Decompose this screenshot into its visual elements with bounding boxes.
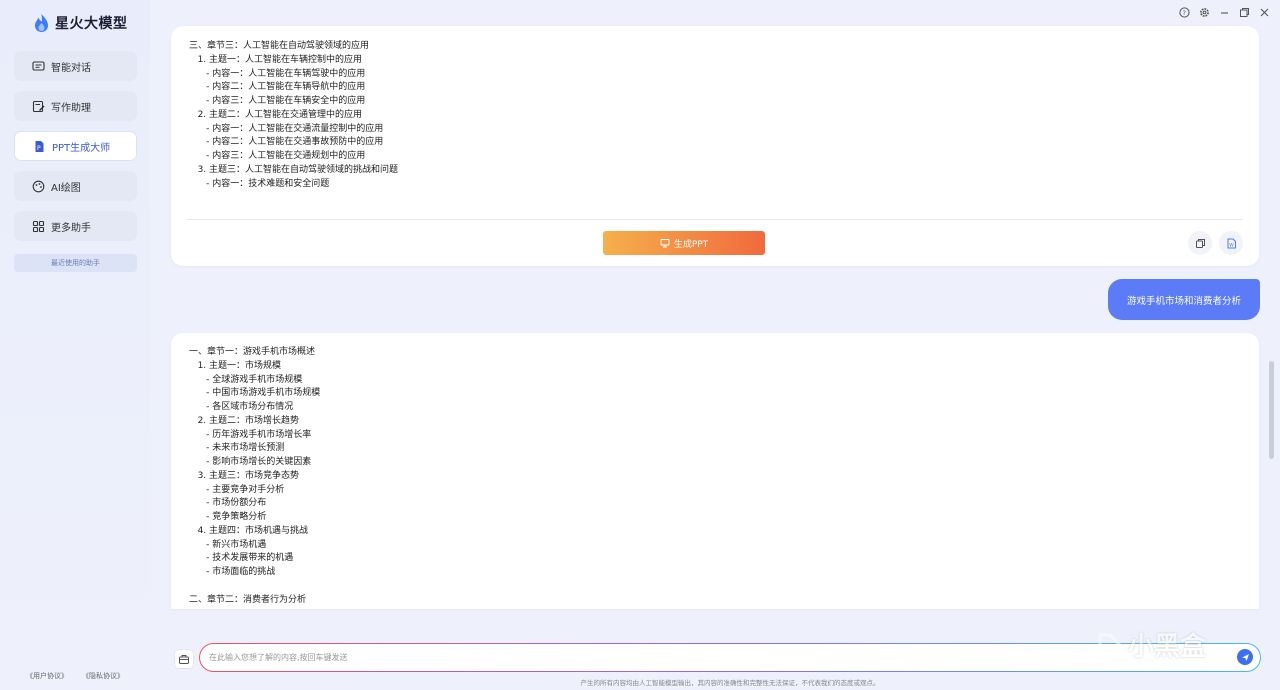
outline-line: - 技术发展带来的机遇 bbox=[189, 553, 294, 564]
watermark-logo-icon bbox=[1098, 633, 1123, 656]
user-agreement-link[interactable]: 《用户协议》 bbox=[26, 671, 68, 683]
svg-text:P: P bbox=[37, 145, 41, 152]
outline-line: - 中国市场游戏手机市场规模 bbox=[189, 388, 321, 399]
outline-line: 1. 主题一：市场规模 bbox=[189, 360, 282, 371]
sidebar-item-more[interactable]: 更多助手 bbox=[14, 211, 137, 241]
outline-line: - 影响市场增长的关键因素 bbox=[189, 457, 312, 467]
word-doc-icon: W bbox=[1227, 238, 1236, 248]
watermark: 小黑盒 bbox=[1096, 626, 1206, 663]
sidebar-item-ppt[interactable]: P PPT生成大师 bbox=[14, 131, 137, 161]
outline-line: - 市场面临的挑战 bbox=[189, 567, 276, 577]
ppt-icon: P bbox=[35, 140, 44, 152]
outline-line: - 内容一：技术难题和安全问题 bbox=[189, 178, 330, 189]
outline-line: - 全球游戏手机市场规模 bbox=[189, 374, 303, 385]
edit-icon bbox=[32, 100, 45, 112]
recent-assistants-button[interactable]: 最近使用的助手 bbox=[14, 254, 137, 272]
sidebar-item-label: 智能对话 bbox=[51, 62, 91, 74]
chat-icon bbox=[32, 60, 45, 71]
outline-line: - 内容三：人工智能在车辆安全中的应用 bbox=[189, 96, 366, 106]
sidebar-item-writing[interactable]: 写作助理 bbox=[14, 91, 137, 121]
outline-line: 3. 主题三：人工智能在自动驾驶领域的挑战和问题 bbox=[189, 164, 399, 175]
sidebar-item-label: 更多助手 bbox=[51, 222, 91, 234]
sidebar-item-label: AI绘图 bbox=[51, 182, 81, 194]
chat-input[interactable] bbox=[209, 653, 1209, 662]
outline-line bbox=[189, 580, 320, 594]
outline-line: 3. 主题三：市场竞争态势 bbox=[189, 470, 300, 481]
outline-line: 2. 主题二：人工智能在交通管理中的应用 bbox=[189, 109, 363, 120]
watermark-text: 小黑盒 bbox=[1128, 632, 1207, 662]
outline-line: - 内容二：人工智能在车辆导航中的应用 bbox=[189, 82, 366, 93]
help-icon[interactable]: ? bbox=[1178, 6, 1190, 18]
outline-line: 2. 主题二：市场增长趋势 bbox=[189, 415, 300, 426]
copy-icon bbox=[1195, 238, 1205, 248]
svg-text:W: W bbox=[1229, 242, 1234, 248]
app-title: 星火大模型 bbox=[55, 16, 128, 32]
outline-line: 4. 主题四：市场机遇与挑战 bbox=[189, 525, 309, 536]
outline-line: 二、章节二：消费者行为分析 bbox=[189, 594, 307, 605]
sidebar-item-chat[interactable]: 智能对话 bbox=[14, 51, 137, 81]
sidebar: 星火大模型 智能对话 写作助理 P PPT生成大师 AI绘图 更多助手 最近使用… bbox=[0, 0, 150, 690]
ppt-outline-current: 一、章节一：游戏手机市场概述 1. 主题一：市场规模 - 全球游戏手机市场规模 … bbox=[189, 346, 320, 607]
send-icon bbox=[1241, 653, 1249, 661]
divider bbox=[187, 219, 1243, 220]
toolbox-button[interactable] bbox=[174, 649, 194, 669]
settings-gear-icon[interactable] bbox=[1198, 6, 1210, 18]
disclaimer: 产生的所有内容均由人工智能模型输出，其内容的准确性和完整性无法保证，不代表我们的… bbox=[580, 679, 880, 687]
copy-button[interactable] bbox=[1188, 231, 1212, 255]
generate-ppt-button[interactable]: 生成PPT bbox=[603, 231, 765, 255]
send-button[interactable] bbox=[1237, 649, 1253, 665]
outline-line: - 竞争策略分析 bbox=[189, 512, 267, 522]
generate-ppt-label: 生成PPT bbox=[673, 239, 709, 250]
sidebar-item-label: 写作助理 bbox=[51, 102, 91, 114]
outline-line: 1. 主题一：人工智能在车辆控制中的应用 bbox=[189, 54, 363, 65]
presentation-icon bbox=[660, 239, 670, 248]
outline-line: - 内容二：人工智能在交通事故预防中的应用 bbox=[189, 137, 384, 148]
sidebar-item-ai-drawing[interactable]: AI绘图 bbox=[14, 171, 137, 201]
ai-response-card-current: 一、章节一：游戏手机市场概述 1. 主题一：市场规模 - 全球游戏手机市场规模 … bbox=[171, 333, 1259, 609]
grid-icon bbox=[32, 220, 45, 232]
privacy-policy-link[interactable]: 《隐私协议》 bbox=[82, 671, 124, 683]
outline-line: - 市场份额分布 bbox=[189, 498, 267, 509]
close-icon[interactable] bbox=[1258, 6, 1270, 18]
brand: 星火大模型 bbox=[33, 12, 128, 34]
minimize-icon[interactable] bbox=[1218, 6, 1230, 18]
outline-line: - 各区域市场分布情况 bbox=[189, 402, 294, 412]
chat-scrollbar[interactable] bbox=[1269, 361, 1274, 459]
ppt-outline: 三、章节三：人工智能在自动驾驶领域的应用 1. 主题一：人工智能在车辆控制中的应… bbox=[189, 40, 398, 191]
outline-line: - 主要竞争对手分析 bbox=[189, 484, 285, 495]
sidebar-item-label: PPT生成大师 bbox=[52, 142, 111, 154]
toolbox-icon bbox=[179, 655, 189, 664]
export-word-button[interactable]: W bbox=[1219, 231, 1243, 255]
outline-line: - 内容一：人工智能在车辆驾驶中的应用 bbox=[189, 68, 366, 79]
ai-response-card: 三、章节三：人工智能在自动驾驶领域的应用 1. 主题一：人工智能在车辆控制中的应… bbox=[171, 26, 1259, 266]
outline-line: - 未来市场增长预测 bbox=[189, 443, 285, 454]
outline-line: - 内容一：人工智能在交通流量控制中的应用 bbox=[189, 123, 384, 134]
svg-text:?: ? bbox=[1182, 9, 1185, 17]
restore-icon[interactable] bbox=[1238, 6, 1250, 18]
user-message-bubble: 游戏手机市场和消费者分析 bbox=[1108, 279, 1260, 320]
window-controls: ? bbox=[1178, 6, 1270, 18]
legal-links: 《用户协议》 《隐私协议》 bbox=[0, 671, 150, 683]
outline-line: - 新兴市场机遇 bbox=[189, 539, 267, 550]
outline-line: 一、章节一：游戏手机市场概述 bbox=[189, 347, 316, 357]
outline-line: 三、章节三：人工智能在自动驾驶领域的应用 bbox=[189, 41, 370, 51]
outline-line: - 历年游戏手机市场增长率 bbox=[189, 429, 312, 440]
flame-logo-icon bbox=[35, 14, 48, 32]
palette-icon bbox=[32, 180, 45, 192]
outline-line: - 内容三：人工智能在交通规划中的应用 bbox=[189, 151, 366, 161]
